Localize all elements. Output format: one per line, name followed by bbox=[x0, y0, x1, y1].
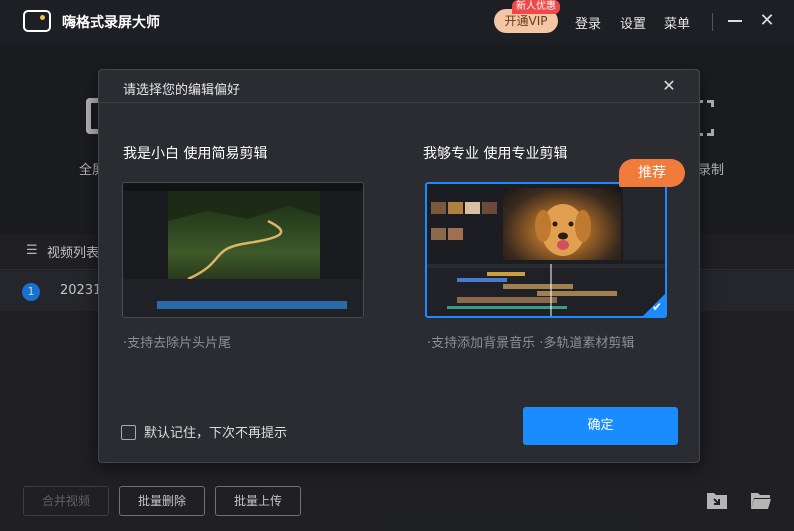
preview-dog-image bbox=[503, 188, 621, 260]
dialog-close-icon[interactable]: ✕ bbox=[659, 76, 679, 96]
preview-properties-panel bbox=[623, 188, 665, 260]
checkbox-icon[interactable] bbox=[121, 425, 136, 440]
vip-promo-badge: 新人优惠 bbox=[512, 0, 560, 14]
preview-video bbox=[168, 191, 320, 281]
preview-timeline bbox=[427, 264, 665, 316]
minimize-icon[interactable] bbox=[728, 20, 742, 22]
dialog-header: 请选择您的编辑偏好 ✕ bbox=[99, 70, 699, 103]
login-link[interactable]: 登录 bbox=[575, 13, 601, 32]
title-divider bbox=[712, 13, 713, 31]
title-bar: 嗨格式录屏大师 开通VIP 新人优惠 登录 设置 菜单 ✕ bbox=[0, 0, 794, 44]
preview-track bbox=[157, 301, 347, 309]
recommend-badge: 推荐 bbox=[619, 159, 685, 187]
preview-media-grid bbox=[429, 194, 501, 256]
checkmark-icon: ✔ bbox=[651, 300, 662, 314]
pro-option-desc: ·支持添加背景音乐 ·多轨道素材剪辑 bbox=[427, 336, 635, 351]
remember-choice-label: 默认记住，下次不再提示 bbox=[144, 426, 288, 441]
preview-titlebar bbox=[123, 183, 363, 191]
simple-option-desc: ·支持去除片头片尾 bbox=[123, 336, 232, 351]
window-close-icon[interactable]: ✕ bbox=[758, 12, 776, 30]
app-title: 嗨格式录屏大师 bbox=[62, 15, 160, 31]
edit-preference-dialog: 请选择您的编辑偏好 ✕ 我是小白 使用简易剪辑 我够专业 使用专业剪辑 ✔ 推荐… bbox=[98, 69, 700, 463]
menu-link[interactable]: 菜单 bbox=[664, 13, 690, 32]
remember-choice-checkbox[interactable]: 默认记住，下次不再提示 bbox=[121, 422, 287, 441]
simple-editor-preview[interactable] bbox=[122, 182, 364, 318]
pro-option-title: 我够专业 使用专业剪辑 bbox=[423, 146, 568, 162]
simple-option-title: 我是小白 使用简易剪辑 bbox=[123, 146, 268, 162]
app-logo-icon bbox=[23, 10, 51, 32]
pro-editor-preview[interactable]: ✔ bbox=[425, 182, 667, 318]
settings-link[interactable]: 设置 bbox=[620, 13, 646, 32]
confirm-button[interactable]: 确定 bbox=[523, 407, 678, 445]
preview-controls bbox=[123, 279, 363, 317]
dialog-title: 请选择您的编辑偏好 bbox=[123, 83, 241, 98]
